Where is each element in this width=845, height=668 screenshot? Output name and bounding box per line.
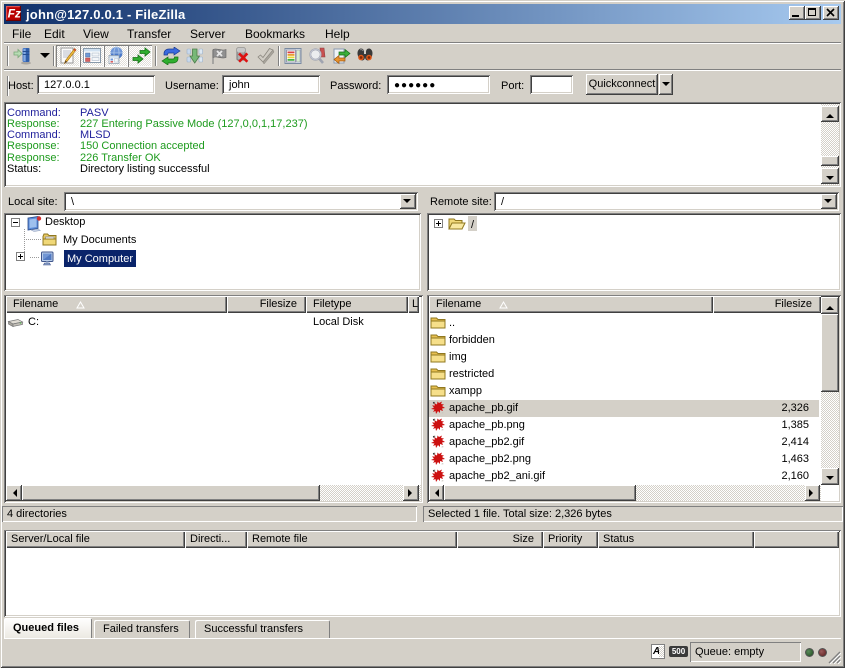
svg-text:Fz: Fz — [8, 7, 21, 21]
